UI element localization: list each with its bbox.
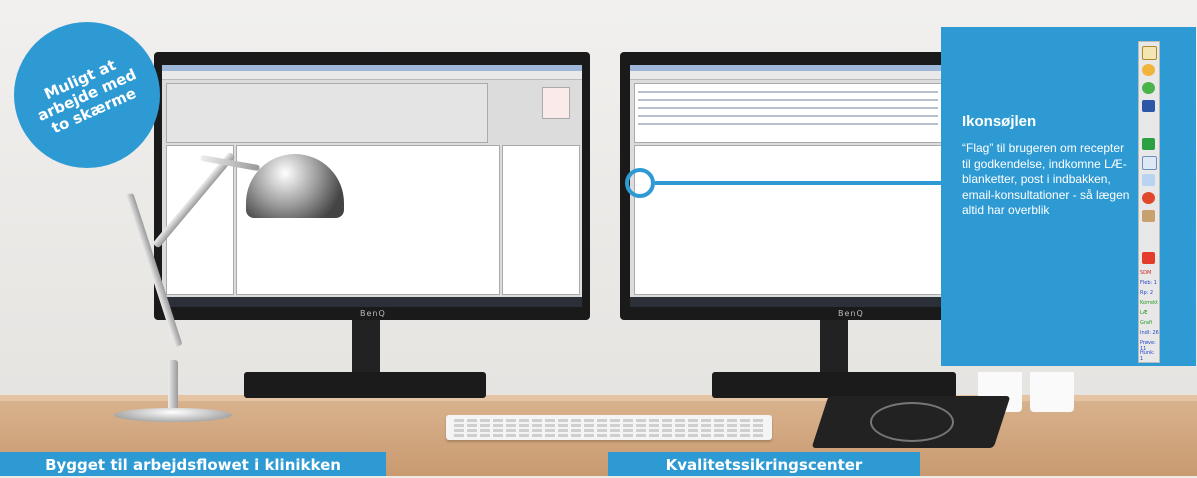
lamp-base (114, 408, 232, 422)
right-monitor-brand: BenQ (838, 309, 864, 318)
left-monitor-screen[interactable] (162, 65, 582, 307)
lamp-arm (168, 360, 178, 410)
detail-pane[interactable] (634, 145, 943, 295)
table-row (638, 123, 938, 125)
callout-text: “Flag” til brugeren om recepter til godk… (962, 141, 1130, 217)
iconbar-flag-sdm[interactable]: SDM (1140, 270, 1151, 276)
iconbar-flag-fleb[interactable]: Fleb: 1 (1140, 280, 1157, 286)
right-monitor: BenQ (620, 52, 950, 320)
taskbar (162, 297, 582, 307)
right-side-pane[interactable] (502, 145, 580, 295)
window-icon[interactable] (1142, 46, 1157, 60)
key-row (454, 429, 764, 432)
mug (1030, 372, 1074, 412)
iconbar-flag-hunk[interactable]: Hunk: 1 (1140, 350, 1159, 362)
table-row (638, 99, 938, 101)
alert-icon[interactable] (1142, 192, 1155, 204)
iconbar-callout: Ikonsøjlen “Flag” til brugeren om recept… (941, 27, 1196, 366)
icon-column: SDM Fleb: 1 Rp: 2 Korrekt LÆ Grafi Indl:… (1138, 41, 1160, 363)
iconbar-flag-grafi[interactable]: Grafi (1140, 320, 1152, 326)
key-row (454, 424, 764, 427)
callout-connector-line (655, 181, 941, 185)
notebook-cover-illustration (870, 402, 954, 442)
table-row (638, 115, 938, 117)
right-monitor-base (712, 372, 956, 398)
taskbar (630, 297, 945, 307)
iconbar-flag-korrekt[interactable]: Korrekt (1140, 300, 1158, 306)
iconbar-flag-indl[interactable]: Indl: 26 (1140, 330, 1159, 336)
key-row (454, 419, 764, 422)
left-monitor: BenQ (154, 52, 590, 320)
table-row (638, 107, 938, 109)
phone-icon[interactable] (1142, 138, 1155, 150)
right-monitor-screen[interactable] (630, 65, 945, 307)
user-icon[interactable] (1142, 64, 1155, 76)
quality-center-label: Kvalitetssikringscenter (608, 452, 920, 476)
mail-icon[interactable] (1142, 174, 1155, 186)
left-monitor-brand: BenQ (360, 309, 386, 318)
home-icon[interactable] (1142, 156, 1157, 170)
tools-icon[interactable] (1142, 210, 1155, 222)
badge-text: Muligt at arbejde med to skærme (34, 55, 139, 137)
iconbar-flag-lae[interactable]: LÆ (1140, 310, 1148, 316)
person-chart-icon[interactable] (1142, 100, 1155, 112)
left-monitor-base (244, 372, 486, 398)
highlight-ring (625, 168, 655, 198)
right-monitor-stand (820, 320, 848, 372)
patient-form-pane (166, 83, 488, 143)
window-menubar (630, 71, 945, 80)
table-row (638, 91, 938, 93)
callout-title: Ikonsøjlen (962, 113, 1037, 130)
workflow-label: Bygget til arbejdsflowet i klinikken (0, 452, 386, 476)
iconbar-flag-rp[interactable]: Rp: 2 (1140, 290, 1153, 296)
window-menubar (162, 71, 582, 80)
keyboard (446, 415, 772, 440)
close-icon[interactable] (1142, 252, 1155, 264)
dual-screen-badge: Muligt at arbejde med to skærme (14, 22, 160, 168)
money-icon[interactable] (1142, 82, 1155, 94)
left-monitor-stand (352, 320, 380, 372)
patient-photo (542, 87, 570, 119)
key-row (454, 434, 764, 437)
